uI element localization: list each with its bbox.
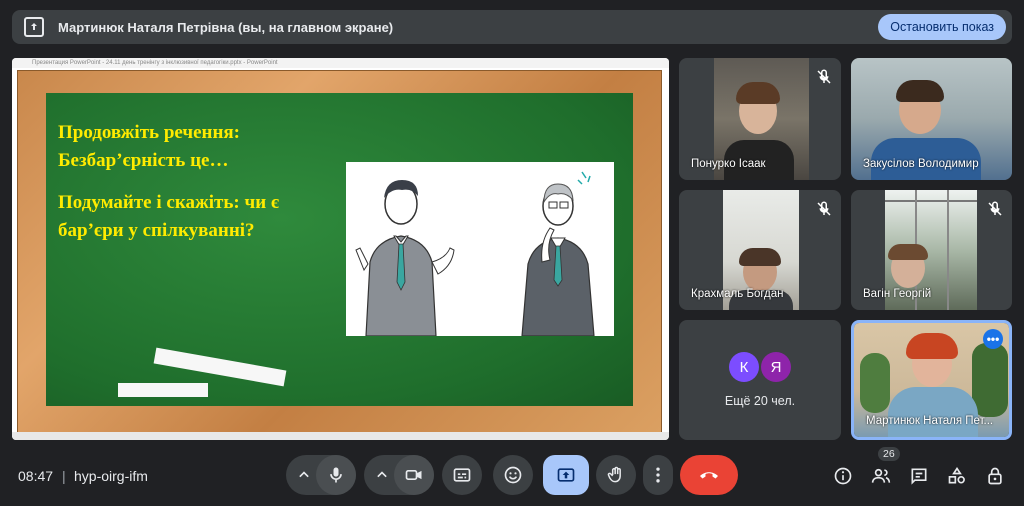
captions-button[interactable] [442, 455, 482, 495]
slide-text: Продовжіть речення: Безбар’єрність це… П… [58, 119, 279, 245]
info-icon [834, 467, 852, 485]
emoji-button[interactable] [493, 455, 533, 495]
stop-presenting-button[interactable]: Остановить показ [878, 14, 1006, 40]
raise-hand-button[interactable] [596, 455, 636, 495]
host-controls-button[interactable] [984, 465, 1006, 487]
microphone-icon [330, 467, 342, 483]
mic-off-icon [817, 69, 831, 84]
present-icon [557, 468, 575, 482]
participant-tile[interactable]: Вагін Георгій [851, 190, 1012, 310]
camera-button[interactable] [394, 455, 434, 495]
more-participants-label: Ещё 20 чел. [724, 394, 796, 408]
avatar: К [729, 352, 759, 382]
slide-line: Продовжіть речення: [58, 122, 241, 143]
meeting-code: hyp-oirg-ifm [74, 468, 148, 484]
meeting-info-button[interactable] [832, 465, 854, 487]
people-icon [871, 468, 891, 483]
chalk-piece [118, 383, 208, 397]
more-options-icon [656, 467, 660, 483]
activities-icon [948, 466, 965, 484]
participant-count-badge: 26 [878, 447, 900, 461]
participant-tile[interactable]: Закусілов Володимир [851, 58, 1012, 180]
host-controls-icon [988, 467, 1002, 485]
mic-off-icon [817, 201, 831, 216]
leave-call-icon [700, 472, 718, 479]
avatar: Я [761, 352, 791, 382]
powerpoint-status-bar [12, 432, 669, 440]
slide-line: Безбар’єрність це… [58, 150, 229, 171]
avatar-stack: К Я [729, 352, 791, 382]
presenter-name: Мартинюк Наталя Петрівна (вы, на главном… [58, 19, 394, 35]
meeting-time: 08:47 [18, 468, 54, 484]
participant-name: Понурко Ісаак [691, 158, 766, 170]
participant-name: Вагін Георгій [863, 288, 932, 300]
microphone-button[interactable] [316, 455, 356, 495]
more-options-icon[interactable]: ••• [983, 329, 1003, 349]
participant-name: Мартинюк Наталя Пет... [866, 415, 994, 427]
video-controls [364, 455, 434, 495]
conversation-illustration [346, 162, 614, 337]
emoji-icon [504, 466, 522, 484]
self-view-tile[interactable]: ••• Мартинюк Наталя Пет... [851, 320, 1012, 440]
activities-button[interactable] [946, 465, 968, 487]
present-screen-icon [24, 17, 44, 37]
camera-icon [405, 470, 422, 480]
more-participants-tile[interactable]: К Я Ещё 20 чел. [679, 320, 841, 440]
chat-button[interactable] [908, 465, 930, 487]
separator: | [62, 468, 66, 484]
leave-call-button[interactable] [680, 455, 738, 495]
people-button[interactable] [870, 465, 892, 487]
window-caption: Презентация PowerPoint - 24.11 день трен… [12, 58, 669, 68]
participant-name: Закусілов Володимир [863, 158, 979, 170]
audio-controls [286, 455, 356, 495]
chat-icon [911, 468, 927, 485]
participant-tile[interactable]: Крахмаль Богдан [679, 190, 841, 310]
chalkboard: Продовжіть речення: Безбар’єрність це… П… [46, 93, 633, 406]
chevron-up-icon [299, 471, 309, 478]
raise-hand-icon [607, 466, 621, 483]
more-options-button[interactable] [643, 455, 673, 495]
chevron-up-icon [377, 471, 387, 478]
participant-tile[interactable]: Понурко Ісаак [679, 58, 841, 180]
slide-line: Подумайте і скажіть: чи є [58, 192, 280, 213]
slide-line: бар’єри у спілкуванні? [58, 220, 255, 241]
present-button[interactable] [543, 455, 589, 495]
presenting-banner: Мартинюк Наталя Петрівна (вы, на главном… [12, 10, 1012, 44]
mic-off-icon [988, 201, 1002, 216]
participant-name: Крахмаль Богдан [691, 288, 784, 300]
captions-icon [453, 468, 471, 482]
control-bar: 08:47 | hyp-oirg-ifm 26 [0, 446, 1024, 506]
chalk-piece [153, 347, 287, 387]
slide-frame: Продовжіть речення: Безбар’єрність це… П… [17, 70, 662, 434]
shared-screen: Презентация PowerPoint - 24.11 день трен… [12, 58, 669, 440]
